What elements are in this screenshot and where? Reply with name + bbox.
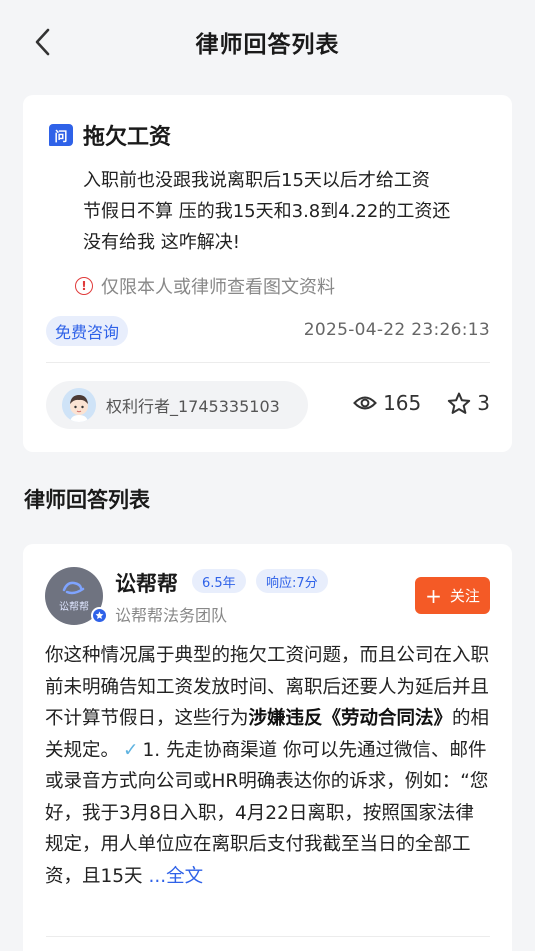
follow-button-label: 关注 [449, 587, 480, 605]
restriction-notice: ! 仅限本人或律师查看图文资料 [75, 273, 335, 299]
answer-card[interactable]: 讼帮帮 讼帮帮 6.5年 响应:7分 讼帮帮法务团队 + 关注 你这种情况属于典… [23, 544, 512, 951]
view-count-value: 165 [383, 391, 422, 415]
favorite-count[interactable]: 3 [447, 391, 490, 415]
favorite-count-value: 3 [477, 391, 490, 415]
answer-body: 你这种情况属于典型的拖欠工资问题，而且公司在入职前未明确告知工资发放时间、离职后… [45, 640, 490, 892]
check-icon: ✓ [123, 739, 139, 761]
question-body-line: 入职前也没跟我说离职后15天以后才给工资 [83, 170, 430, 191]
lawyer-name[interactable]: 讼帮帮 [115, 568, 178, 598]
restriction-text: 仅限本人或律师查看图文资料 [101, 277, 335, 298]
free-consult-badge: 免费咨询 [46, 316, 129, 346]
question-stats: 165 3 [353, 391, 490, 415]
page-title: 律师回答列表 [195, 32, 340, 58]
user-avatar-icon [62, 388, 96, 422]
lawyer-team: 讼帮帮法务团队 [115, 606, 228, 625]
answer-highlight: 涉嫌违反《劳动合同法》 [248, 708, 453, 729]
brand-logo-icon [62, 581, 85, 594]
divider [46, 362, 490, 363]
follow-button[interactable]: + 关注 [415, 577, 490, 614]
warning-icon: ! [75, 277, 93, 295]
verified-badge-icon [91, 607, 108, 624]
star-icon [448, 392, 471, 414]
experience-tag: 6.5年 [192, 569, 246, 593]
divider [46, 936, 490, 937]
plus-icon: + [425, 583, 442, 608]
response-time-tag: 响应:7分 [256, 569, 328, 593]
top-bar: 律师回答列表 [0, 0, 535, 84]
asker-profile[interactable]: 权利行者_1745335103 [46, 381, 308, 429]
question-body: 入职前也没跟我说离职后15天以后才给工资 节假日不算 压的我15天和3.8到4.… [83, 165, 493, 258]
view-count: 165 [353, 391, 421, 415]
answers-section-title: 律师回答列表 [24, 488, 150, 512]
question-icon: 问 [49, 124, 73, 146]
avatar [62, 388, 96, 422]
avatar-logo-text: 讼帮帮 [59, 601, 89, 613]
answer-text: 1. 先走协商渠道 你可以先通过微信、邮件或录音方式向公司或HR明确表达你的诉求… [45, 739, 489, 887]
question-timestamp: 2025-04-22 23:26:13 [303, 320, 490, 340]
question-title: 拖欠工资 [83, 125, 172, 150]
asker-name: 权利行者_1745335103 [106, 397, 280, 416]
question-card[interactable]: 问 拖欠工资 入职前也没跟我说离职后15天以后才给工资 节假日不算 压的我15天… [23, 95, 512, 452]
question-title-row: 问 拖欠工资 [49, 119, 171, 151]
question-body-line: 节假日不算 压的我15天和3.8到4.22的工资还 [83, 201, 451, 222]
chevron-left-icon [35, 28, 50, 56]
back-button[interactable] [28, 24, 56, 60]
question-body-line: 没有给我 这咋解决! [83, 232, 240, 253]
read-more-link[interactable]: ...全文 [148, 866, 203, 887]
eye-icon [353, 396, 377, 410]
